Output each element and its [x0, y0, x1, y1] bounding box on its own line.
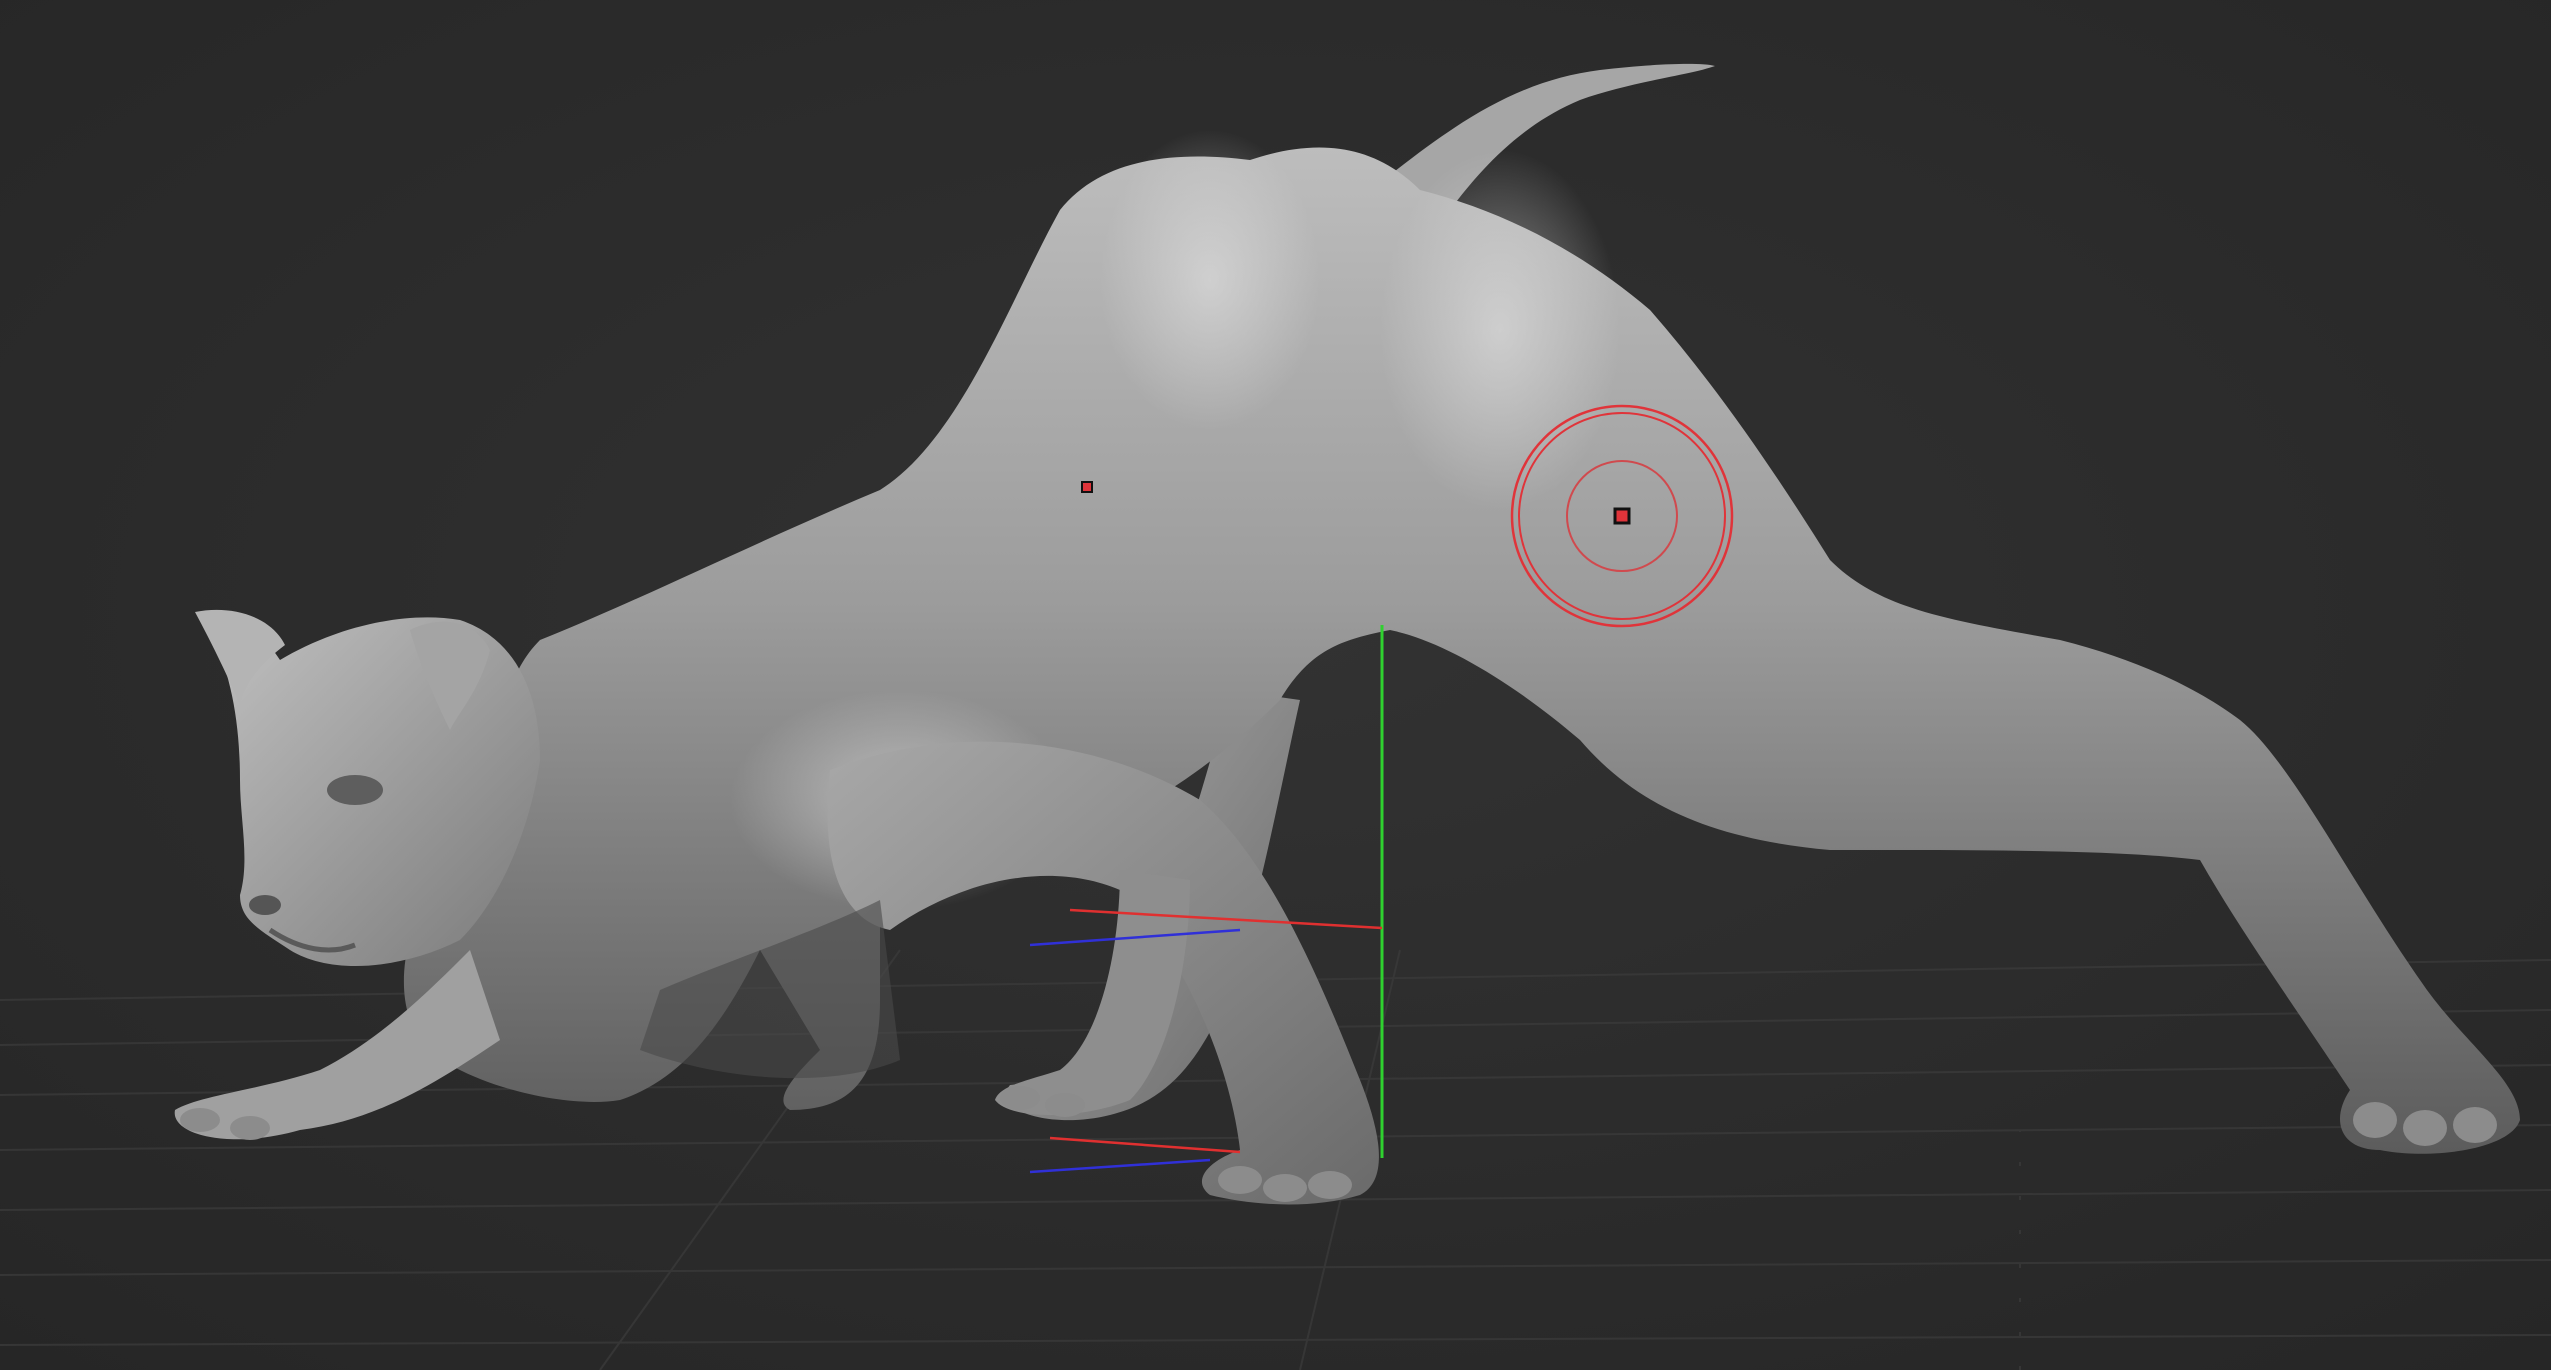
- brush-center: [1613, 507, 1631, 525]
- viewport-scene[interactable]: [0, 0, 2551, 1370]
- cat-nose: [249, 895, 281, 915]
- 3d-viewport[interactable]: [0, 0, 2551, 1370]
- hip-highlight: [1380, 150, 1620, 510]
- back-highlight: [1100, 130, 1320, 430]
- pivot-point-icon[interactable]: [1081, 481, 1093, 493]
- cat-eye: [327, 775, 383, 805]
